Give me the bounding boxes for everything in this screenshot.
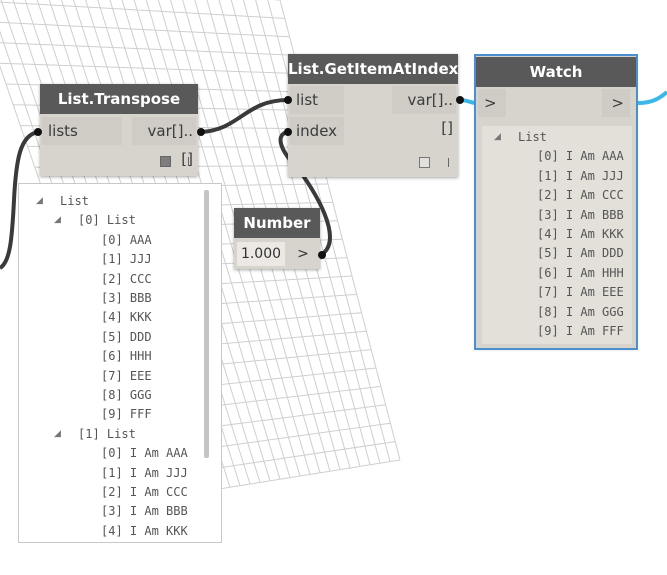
tree-item: [4] KKK (101, 310, 152, 325)
expand-toggle-icon[interactable]: ◢ (54, 215, 61, 225)
lacing-icon (188, 157, 189, 166)
expand-toggle-icon[interactable]: ◢ (494, 132, 501, 142)
tree-item: [0] I Am AAA (101, 446, 188, 461)
tree-item: [6] HHH (101, 349, 152, 364)
tree-item: [2] I Am CCC (537, 188, 624, 203)
tree-group-label: [0] List (78, 213, 136, 228)
tree-item: [3] I Am BBB (537, 207, 624, 222)
tree-item: [1] I Am JJJ (537, 168, 624, 183)
tree-item: [4] I Am KKK (537, 227, 624, 241)
tree-item: [6] I Am HHH (537, 265, 624, 280)
getitem-input-list-dot[interactable] (284, 96, 292, 104)
tree-item: [1] I Am JJJ (101, 465, 188, 480)
tree-item: [5] DDD (101, 329, 152, 344)
getitem-input-index[interactable]: index (290, 117, 344, 145)
number-output-port[interactable]: > (290, 242, 316, 266)
getitem-input-list[interactable]: list (290, 86, 344, 114)
transpose-input-dot[interactable] (34, 128, 42, 136)
tree-item: [3] BBB (101, 291, 152, 305)
transpose-input-lists[interactable]: lists (42, 117, 122, 145)
tree-item: [3] I Am BBB (101, 504, 188, 519)
transpose-node-title[interactable]: List.Transpose (40, 84, 198, 114)
tree-item: [5] I Am DDD (537, 246, 624, 261)
number-node[interactable]: Number 1.000 > (234, 208, 320, 269)
tree-item: [4] I Am KKK (101, 523, 188, 538)
watch-input-port[interactable]: > (478, 89, 506, 117)
getitem-input-index-dot[interactable] (284, 128, 292, 136)
tree-item: [9] I Am FFF (537, 324, 624, 338)
watch-node-title[interactable]: Watch (476, 57, 636, 87)
tree-group-label: [1] List (78, 426, 136, 441)
wire-watch-out[interactable] (637, 90, 667, 105)
lacing-icon (448, 158, 449, 167)
getitem-output[interactable]: var[]..[] (392, 86, 456, 137)
transpose-output-dot[interactable] (197, 128, 205, 136)
tree-item: [8] GGG (101, 388, 152, 402)
watch-node[interactable]: Watch > > ◢ List [0] I Am AAA [1] I Am JJJ [… (474, 54, 638, 350)
tree-item: [0] I Am AAA (537, 149, 624, 164)
tree-root-label: List (518, 130, 547, 144)
tree-root-label: List (60, 194, 89, 208)
wire-transpose-to-getitem[interactable] (200, 98, 289, 134)
preview-toggle-icon[interactable] (160, 156, 171, 167)
expand-toggle-icon[interactable]: ◢ (36, 196, 43, 206)
getitem-output-dot[interactable] (456, 96, 464, 104)
preview-scrollbar[interactable] (204, 190, 209, 458)
tree-item: [2] CCC (101, 271, 152, 286)
tree-item: [1] JJJ (101, 252, 152, 267)
tree-item: [7] I Am EEE (537, 285, 624, 300)
getitem-node-title[interactable]: List.GetItemAtIndex (288, 54, 458, 84)
preview-toggle-icon[interactable] (419, 157, 430, 168)
number-output-dot[interactable] (318, 251, 326, 259)
number-value-input[interactable]: 1.000 (237, 242, 285, 266)
watch-output-port[interactable]: > (602, 89, 630, 117)
watch-tree-panel[interactable]: ◢ List [0] I Am AAA [1] I Am JJJ [2] I Am CC… (482, 126, 632, 344)
expand-toggle-icon[interactable]: ◢ (54, 429, 61, 439)
tree-item: [8] I Am GGG (537, 304, 624, 319)
tree-item: [2] I Am CCC (101, 485, 188, 499)
transpose-preview-panel[interactable]: ◢ List ◢ [0] List [0] AAA [1] JJJ [2] CCC [3] B… (18, 183, 222, 543)
number-node-title[interactable]: Number (234, 208, 320, 238)
tree-item: [0] AAA (101, 232, 152, 247)
tree-item: [7] EEE (101, 368, 152, 383)
getitem-node[interactable]: List.GetItemAtIndex list index var[]..[] (288, 54, 458, 177)
transpose-output[interactable]: var[]..[] (132, 117, 196, 168)
tree-item: [9] FFF (101, 407, 152, 422)
transpose-node[interactable]: List.Transpose lists var[]..[] (40, 84, 198, 176)
